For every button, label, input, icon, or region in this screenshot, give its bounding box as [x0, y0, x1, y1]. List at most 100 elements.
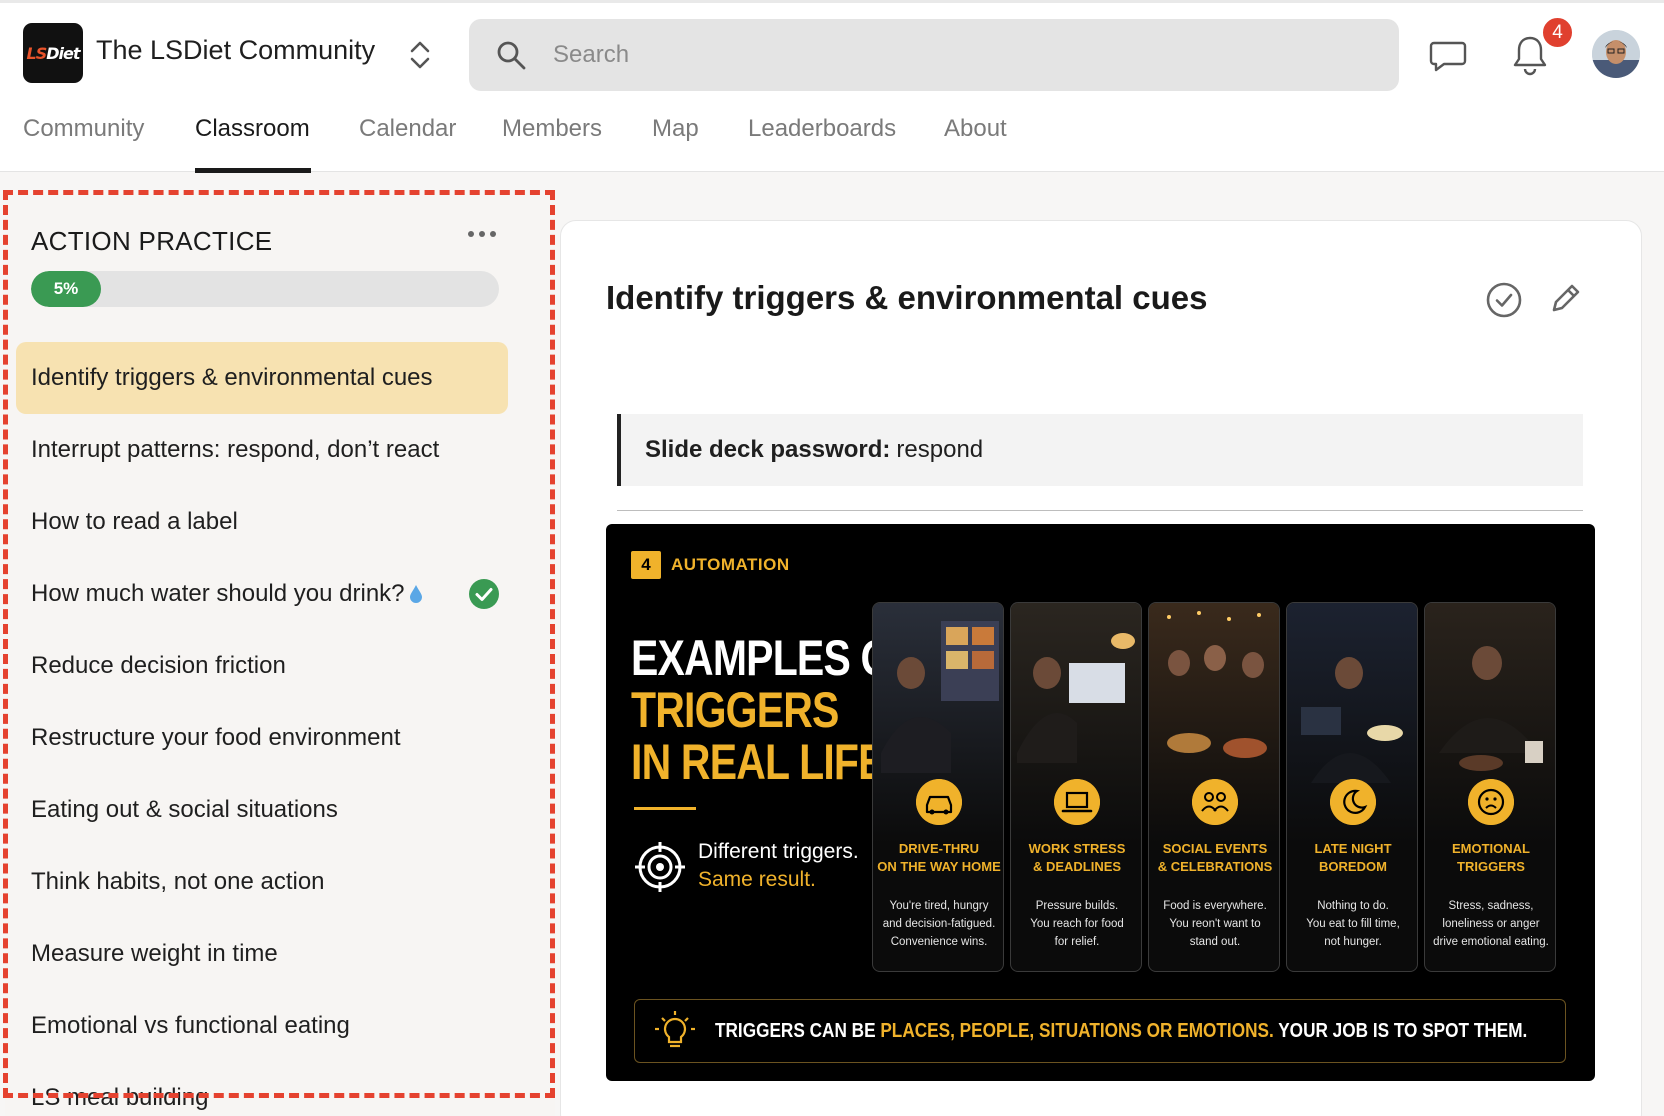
lesson-item[interactable]: Restructure your food environment	[16, 702, 508, 774]
lesson-item[interactable]: How to read a label	[16, 486, 508, 558]
logo-text-ls: LS	[26, 43, 48, 63]
card-title: SOCIAL EVENTS & CELEBRATIONS	[1153, 840, 1277, 876]
target-icon	[635, 842, 685, 892]
trigger-card: DRIVE-THRU ON THE WAY HOME You're tired, …	[872, 602, 1004, 972]
lesson-label: How to read a label	[31, 508, 238, 535]
card-text-line: Nothing to do.	[1317, 900, 1389, 912]
laptop-icon	[1054, 779, 1100, 825]
lesson-label: LS meal building	[31, 1084, 209, 1111]
card-title-line: LATE NIGHT	[1314, 841, 1392, 856]
search-bar[interactable]	[469, 19, 1399, 91]
card-title: LATE NIGHT BOREDOM	[1291, 840, 1415, 876]
progress-fill: 5%	[31, 271, 101, 307]
tab-classroom[interactable]: Classroom	[195, 115, 310, 143]
card-text-line: Pressure builds.	[1035, 900, 1119, 912]
moon-icon	[1330, 779, 1376, 825]
footer-text-part: TRIGGERS CAN BE	[715, 1020, 881, 1042]
module-title: ACTION PRACTICE	[31, 226, 273, 256]
lesson-item[interactable]: Emotional vs functional eating	[16, 990, 508, 1062]
completed-check-icon	[469, 579, 499, 609]
footer-text-part: YOUR JOB IS TO SPOT THEM.	[1273, 1020, 1528, 1042]
card-title-line: BOREDOM	[1319, 859, 1387, 874]
card-title-line: & DEADLINES	[1032, 859, 1122, 874]
water-drop-icon	[409, 585, 422, 603]
callout-label: Slide deck password:	[645, 436, 891, 463]
card-title-line: DRIVE-THRU	[898, 841, 980, 856]
user-avatar[interactable]	[1592, 30, 1640, 78]
trigger-card: SOCIAL EVENTS & CELEBRATIONS Food is ever…	[1148, 602, 1280, 972]
card-text: Pressure builds. You reach for food for re…	[1015, 897, 1139, 951]
card-text: Nothing to do. You eat to fill time, not h…	[1291, 897, 1415, 951]
card-text: Stress, sadness, loneliness or anger drive…	[1429, 897, 1553, 951]
divider	[617, 510, 1583, 511]
card-title-line: TRIGGERS	[1457, 859, 1525, 874]
card-title-line: EMOTIONAL	[1452, 841, 1530, 856]
card-text: You're tired, hungry and decision-fatigue…	[877, 897, 1001, 951]
lightbulb-icon	[655, 1011, 695, 1048]
card-title-line: & CELEBRATIONS	[1157, 859, 1273, 874]
tab-about[interactable]: About	[944, 115, 1007, 143]
lesson-item[interactable]: LS meal building	[16, 1062, 508, 1116]
lesson-label: Interrupt patterns: respond, don’t react	[31, 436, 440, 463]
lesson-item[interactable]: How much water should you drink?	[16, 558, 508, 630]
card-text-line: and decision-fatigued.	[882, 918, 996, 930]
course-progress-bar: 5%	[31, 271, 499, 307]
search-input[interactable]	[553, 33, 1373, 77]
card-text-line: You reach for food	[1030, 918, 1124, 930]
community-name[interactable]: The LSDiet Community	[96, 35, 375, 66]
slide-footer-banner: TRIGGERS CAN BE PLACES, PEOPLE, SITUATIO…	[634, 999, 1566, 1063]
lesson-label: Restructure your food environment	[31, 724, 401, 751]
card-text-line: Convenience wins.	[890, 936, 988, 948]
tab-members[interactable]: Members	[502, 115, 602, 143]
footer-text-highlight: PLACES, PEOPLE, SITUATIONS OR EMOTIONS.	[880, 1020, 1274, 1042]
card-text-line: stand out.	[1189, 936, 1241, 948]
tab-community[interactable]: Community	[23, 115, 144, 143]
mark-complete-icon[interactable]	[1485, 281, 1523, 319]
people-icon	[1192, 779, 1238, 825]
edit-pencil-icon[interactable]	[1547, 281, 1583, 317]
slide-tag-label: AUTOMATION	[671, 555, 790, 574]
chat-icon[interactable]	[1428, 35, 1468, 75]
card-title-line: SOCIAL EVENTS	[1162, 841, 1268, 856]
community-logo[interactable]: LS Diet	[23, 23, 83, 83]
trigger-card: EMOTIONAL TRIGGERS Stress, sadness, loneli…	[1424, 602, 1556, 972]
lesson-content-panel: Identify triggers & environmental cues S…	[560, 220, 1642, 1116]
top-header: LSDiet The LSDiet Community 4 Community …	[0, 0, 1664, 173]
search-icon	[497, 41, 526, 70]
lesson-label: Measure weight in time	[31, 940, 278, 967]
card-title-line: ON THE WAY HOME	[877, 859, 1001, 874]
card-text-line: Stress, sadness,	[1448, 900, 1534, 912]
more-options-icon[interactable]	[465, 228, 499, 240]
tab-leaderboards[interactable]: Leaderboards	[748, 115, 896, 143]
tab-map[interactable]: Map	[652, 115, 699, 143]
card-text-line: Food is everywhere.	[1163, 900, 1267, 912]
slide-tag-number: 4	[631, 551, 661, 579]
callout-value: respond	[896, 436, 984, 463]
lesson-label: Identify triggers & environmental cues	[31, 364, 433, 391]
avatar-image	[1592, 30, 1640, 78]
card-text-line: You eat to fill time,	[1306, 918, 1400, 930]
trigger-card: LATE NIGHT BOREDOM Nothing to do. You eat …	[1286, 602, 1418, 972]
lesson-item[interactable]: Think habits, not one action	[16, 846, 508, 918]
password-callout: Slide deck password: respond	[617, 414, 1583, 486]
lesson-item-active[interactable]: Identify triggers & environmental cues	[16, 342, 508, 414]
lesson-title: Identify triggers & environmental cues	[606, 279, 1208, 316]
course-sidebar: ACTION PRACTICE 5% Identify triggers & e…	[5, 190, 555, 1116]
notification-count-badge[interactable]: 4	[1541, 16, 1574, 49]
lesson-item[interactable]: Measure weight in time	[16, 918, 508, 990]
tab-calendar[interactable]: Calendar	[359, 115, 456, 143]
lesson-item[interactable]: Eating out & social situations	[16, 774, 508, 846]
lesson-label: Think habits, not one action	[31, 868, 325, 895]
lesson-label: Emotional vs functional eating	[31, 1012, 350, 1039]
lesson-item[interactable]: Interrupt patterns: respond, don’t react	[16, 414, 508, 486]
lesson-item[interactable]: Reduce decision friction	[16, 630, 508, 702]
community-switcher-icon[interactable]	[406, 37, 434, 73]
card-text-line: You're tired, hungry	[889, 900, 989, 912]
card-title: WORK STRESS & DEADLINES	[1015, 840, 1139, 876]
active-tab-underline	[195, 168, 311, 173]
trigger-card: WORK STRESS & DEADLINES Pressure builds. Y…	[1010, 602, 1142, 972]
card-text-line: loneliness or anger	[1442, 918, 1540, 930]
lesson-label: Eating out & social situations	[31, 796, 338, 823]
card-text-line: not hunger.	[1324, 936, 1382, 948]
slide-image: 4 AUTOMATION EXAMPLES OF TRIGGERS IN REA…	[606, 524, 1595, 1081]
